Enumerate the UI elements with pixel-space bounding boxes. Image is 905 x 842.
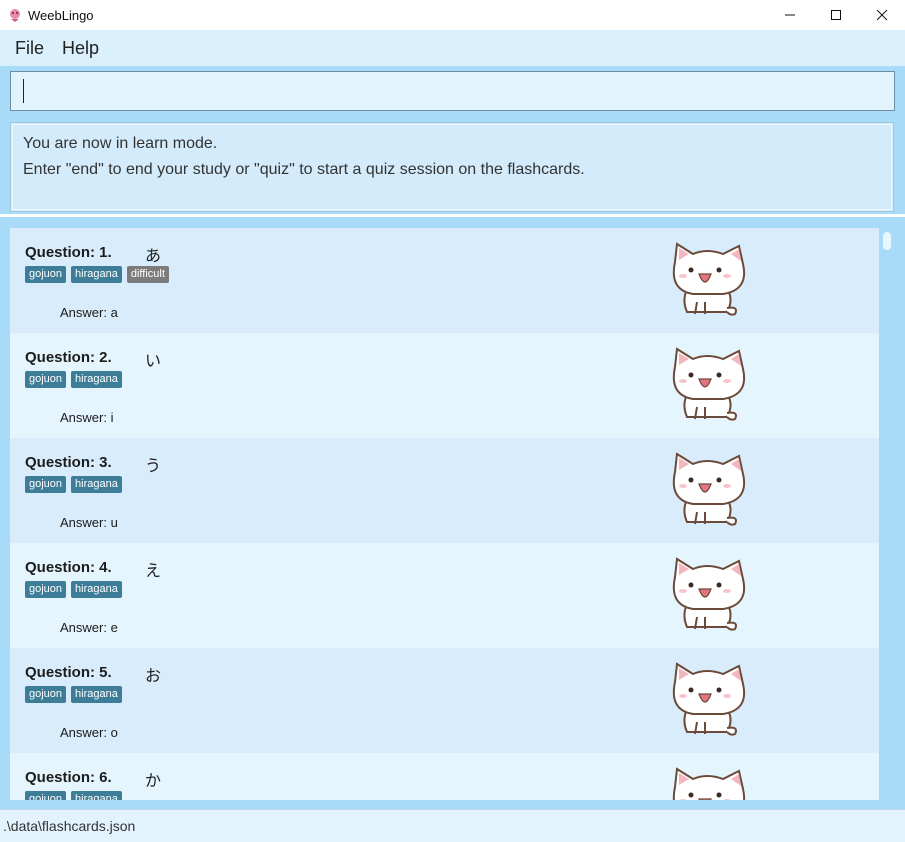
- tag-hiragana: hiragana: [71, 686, 122, 703]
- cat-mascot-icon: [672, 557, 745, 631]
- cat-mascot-icon: [672, 452, 745, 526]
- tag-list: gojuon hiragana: [25, 686, 122, 703]
- app-logo-icon: [10, 9, 20, 22]
- tag-list: gojuon hiragana: [25, 371, 122, 388]
- vertical-scrollbar[interactable]: [879, 228, 895, 800]
- tag-gojuon: gojuon: [25, 371, 67, 388]
- status-bar: .\data\flashcards.json: [0, 809, 905, 842]
- menu-file[interactable]: File: [6, 38, 53, 59]
- question-number: Question: 1.: [25, 244, 112, 261]
- tag-gojuon: gojuon: [25, 476, 67, 493]
- flashcard-4[interactable]: Question: 4. え gojuon hiragana Answer: e: [10, 543, 879, 648]
- minimize-button[interactable]: [767, 0, 813, 30]
- flashcard-5[interactable]: Question: 5. お gojuon hiragana Answer: o: [10, 648, 879, 753]
- question-text: え: [145, 563, 162, 580]
- title-bar: WeebLingo: [0, 0, 905, 30]
- question-text: か: [145, 773, 162, 790]
- question-text: あ: [145, 248, 162, 265]
- question-text: う: [145, 458, 162, 475]
- tag-hiragana: hiragana: [71, 581, 122, 598]
- tag-gojuon: gojuon: [25, 686, 67, 703]
- close-icon: [876, 9, 888, 21]
- tag-hiragana: hiragana: [71, 371, 122, 388]
- tag-hiragana: hiragana: [71, 266, 122, 283]
- tag-list: gojuon hiragana: [25, 581, 122, 598]
- tag-gojuon: gojuon: [25, 266, 67, 283]
- question-number: Question: 4.: [25, 559, 112, 576]
- tag-gojuon: gojuon: [25, 791, 67, 800]
- flashcard-2[interactable]: Question: 2. い gojuon hiragana Answer: i: [10, 333, 879, 438]
- question-text: お: [145, 668, 162, 685]
- flashcard-1[interactable]: Question: 1. あ gojuon hiragana difficult…: [10, 228, 879, 333]
- question-number: Question: 3.: [25, 454, 112, 471]
- tag-hiragana: hiragana: [71, 476, 122, 493]
- tag-list: gojuon hiragana: [25, 476, 122, 493]
- maximize-icon: [831, 10, 841, 20]
- cat-mascot-icon: [672, 242, 745, 316]
- result-display: You are now in learn mode. Enter "end" t…: [10, 122, 894, 212]
- tag-list: gojuon hiragana: [25, 791, 122, 800]
- tag-list: gojuon hiragana difficult: [25, 266, 169, 283]
- answer-text: Answer: a: [60, 305, 118, 320]
- result-line-1: You are now in learn mode.: [23, 135, 218, 152]
- flashcard-list[interactable]: Question: 1. あ gojuon hiragana difficult…: [10, 228, 879, 800]
- window-title: WeebLingo: [28, 7, 94, 23]
- answer-text: Answer: i: [60, 410, 114, 425]
- question-number: Question: 5.: [25, 664, 112, 681]
- minimize-icon: [785, 14, 795, 16]
- question-number: Question: 6.: [25, 769, 112, 786]
- tag-hiragana: hiragana: [71, 791, 122, 800]
- answer-text: Answer: u: [60, 515, 118, 530]
- flashcard-3[interactable]: Question: 3. う gojuon hiragana Answer: u: [10, 438, 879, 543]
- window-controls: [767, 0, 905, 30]
- command-input[interactable]: [10, 71, 895, 111]
- maximize-button[interactable]: [813, 0, 859, 30]
- cat-mascot-icon: [672, 767, 745, 800]
- tag-gojuon: gojuon: [25, 581, 67, 598]
- text-caret: [23, 79, 24, 103]
- cat-mascot-icon: [672, 347, 745, 421]
- answer-text: Answer: e: [60, 620, 118, 635]
- data-file-path: .\data\flashcards.json: [3, 818, 136, 834]
- cat-mascot-icon: [672, 662, 745, 736]
- menu-help[interactable]: Help: [53, 38, 108, 59]
- question-text: い: [145, 353, 162, 370]
- menu-bar: File Help: [0, 30, 905, 66]
- tag-difficult: difficult: [126, 266, 169, 283]
- flashcard-6[interactable]: Question: 6. か gojuon hiragana: [10, 753, 879, 800]
- question-number: Question: 2.: [25, 349, 112, 366]
- scrollbar-thumb[interactable]: [883, 232, 891, 250]
- close-button[interactable]: [859, 0, 905, 30]
- answer-text: Answer: o: [60, 725, 118, 740]
- result-line-2: Enter "end" to end your study or "quiz" …: [23, 161, 585, 178]
